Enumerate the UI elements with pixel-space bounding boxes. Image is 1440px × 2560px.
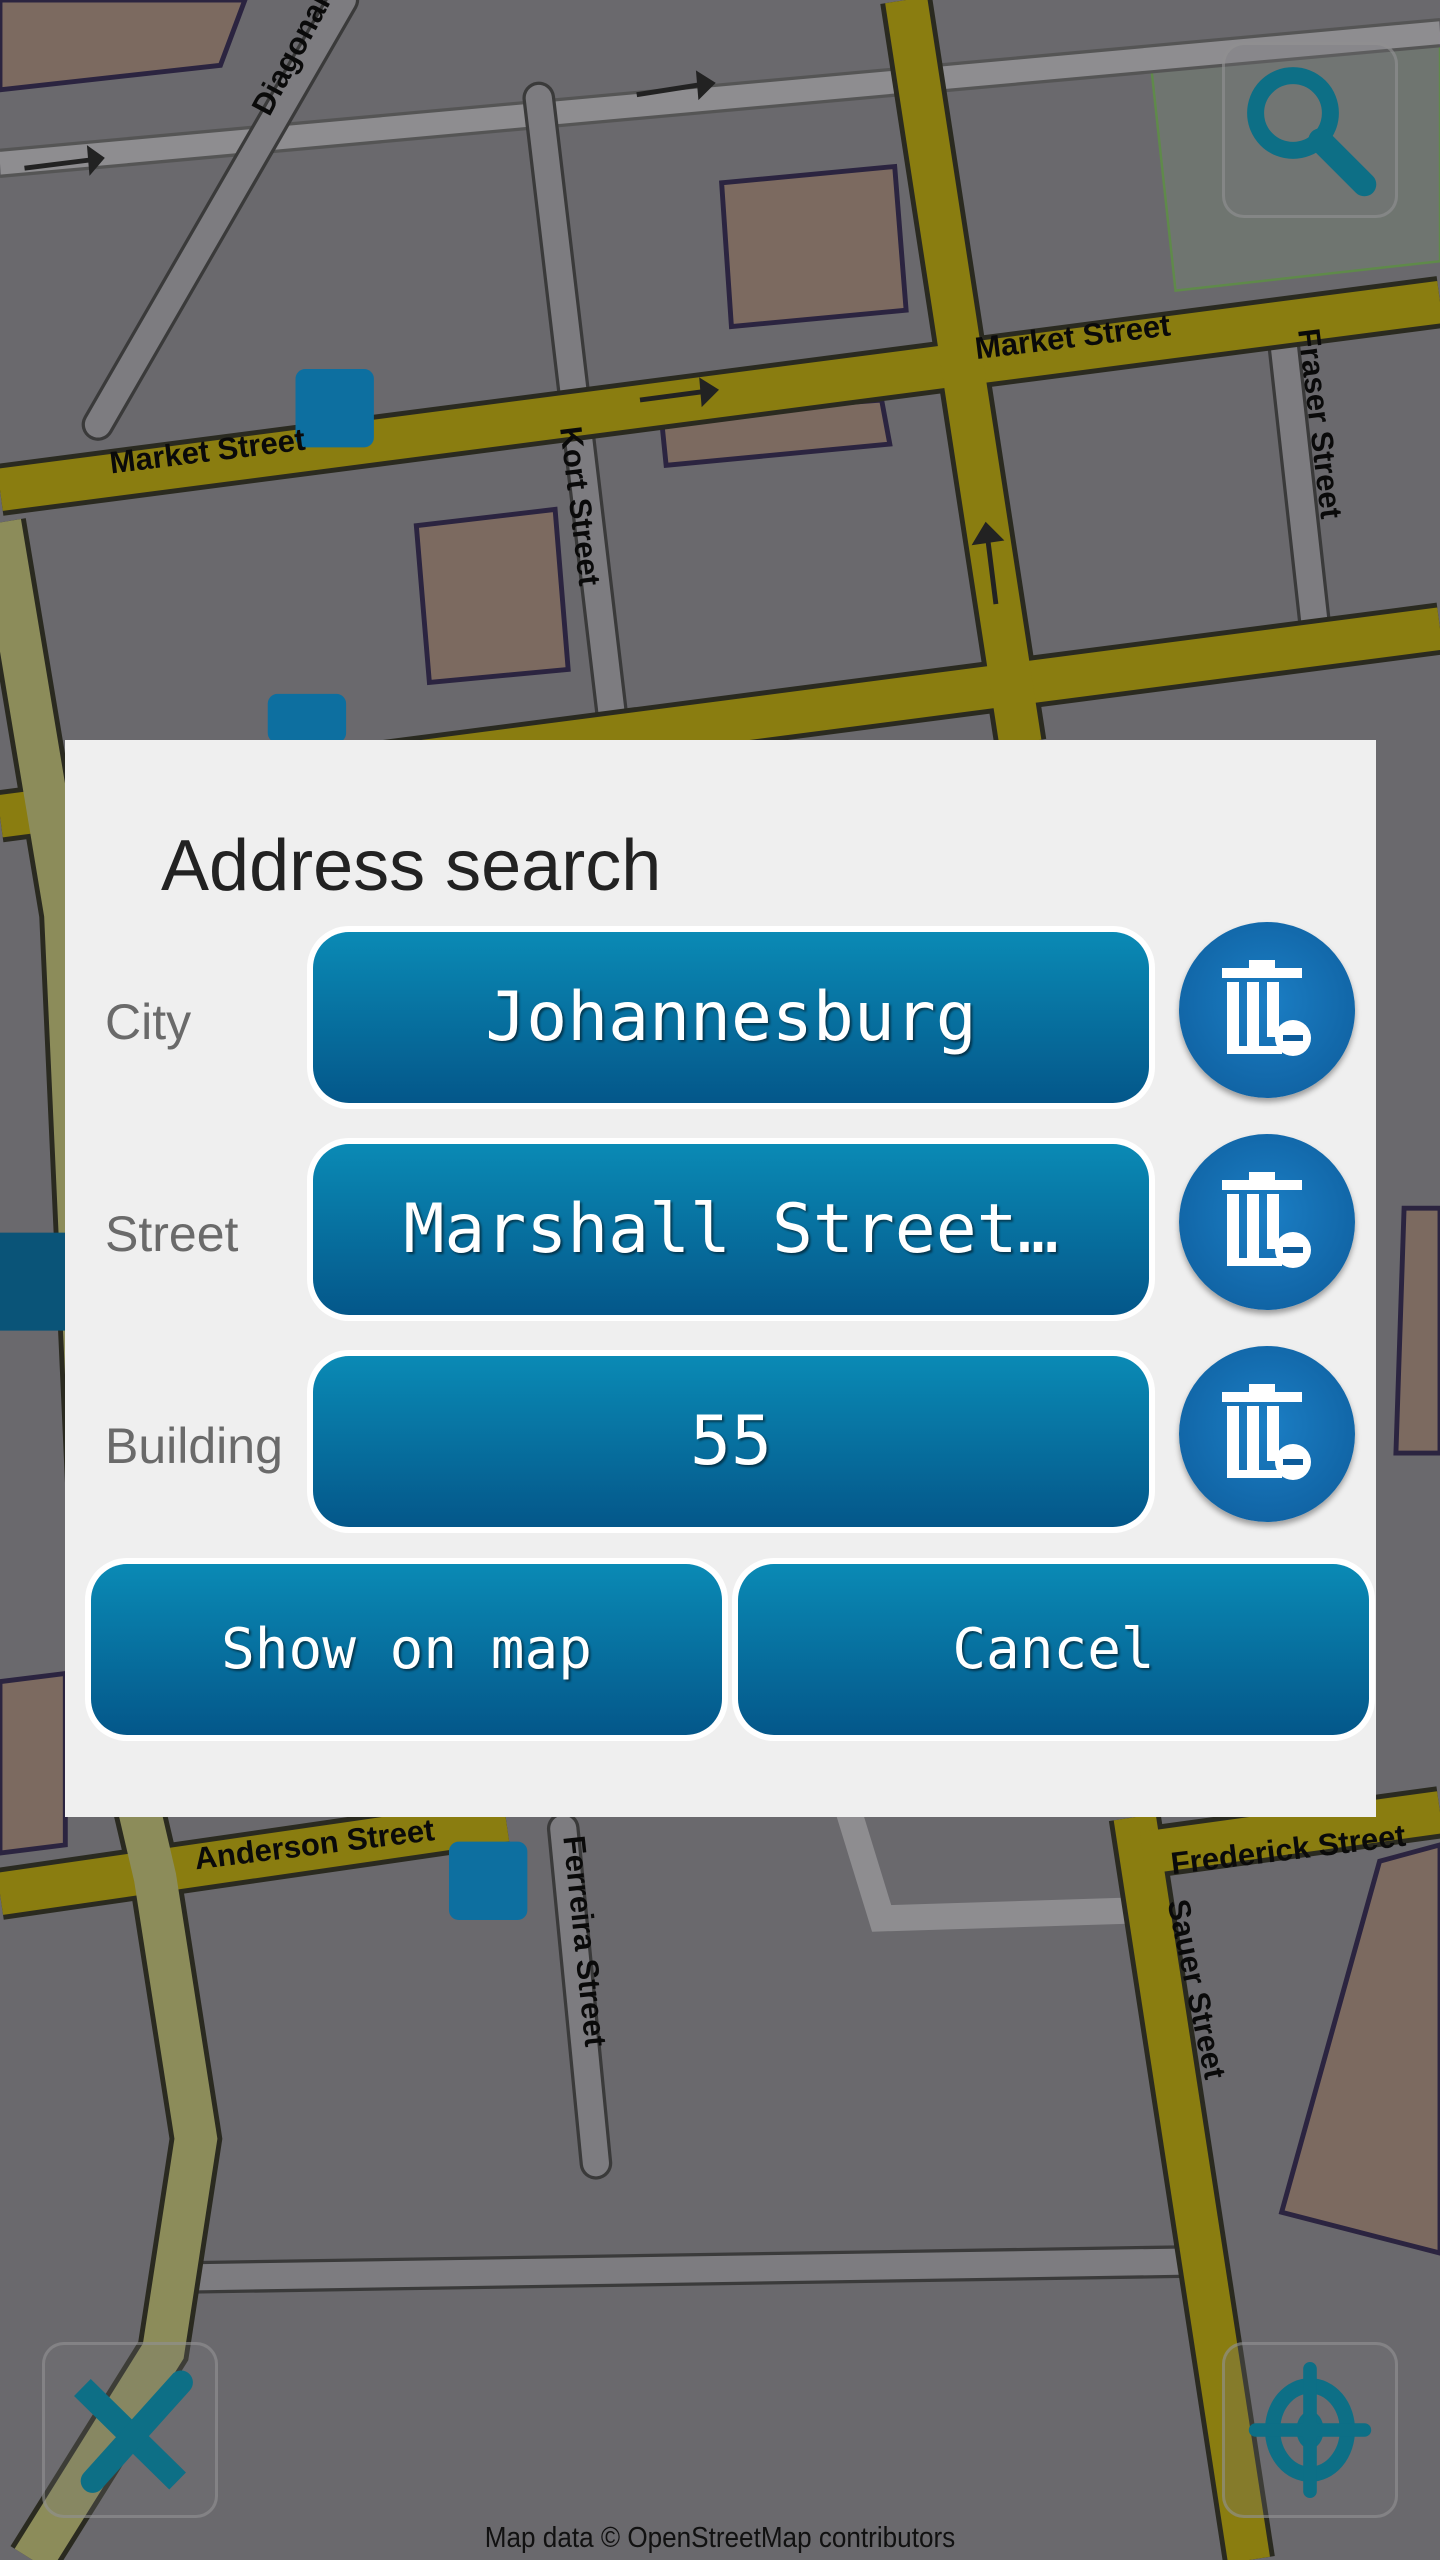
measure-button[interactable] xyxy=(42,2342,218,2518)
cancel-button[interactable]: Cancel xyxy=(732,1558,1375,1741)
city-value: Johannesburg xyxy=(313,932,1149,1103)
building-value: 55 xyxy=(313,1356,1149,1527)
trash-minus-icon xyxy=(1222,960,1311,1056)
city-label: City xyxy=(105,994,192,1050)
search-icon xyxy=(1247,67,1377,197)
address-search-dialog: Address search City Johannesburg Street … xyxy=(65,740,1376,1817)
crosshair-icon xyxy=(1248,2362,1372,2498)
map-attribution: Map data © OpenStreetMap contributors xyxy=(484,2522,956,2554)
clear-building-button[interactable] xyxy=(1179,1346,1355,1522)
clear-street-button[interactable] xyxy=(1179,1134,1355,1310)
dialog-title: Address search xyxy=(161,826,662,906)
clear-city-button[interactable] xyxy=(1179,922,1355,1098)
city-field[interactable]: Johannesburg xyxy=(307,926,1155,1109)
building-field[interactable]: 55 xyxy=(307,1350,1155,1533)
street-value: Marshall Street… xyxy=(313,1144,1149,1315)
street-field[interactable]: Marshall Street… xyxy=(307,1138,1155,1321)
trash-minus-icon xyxy=(1222,1172,1311,1268)
show-on-map-button[interactable]: Show on map xyxy=(85,1558,728,1741)
trash-minus-icon xyxy=(1222,1384,1311,1480)
building-label: Building xyxy=(105,1418,283,1474)
show-on-map-label: Show on map xyxy=(91,1564,722,1735)
search-button[interactable] xyxy=(1222,42,1398,218)
locate-button[interactable] xyxy=(1222,2342,1398,2518)
street-label-field: Street xyxy=(105,1206,239,1262)
cancel-label: Cancel xyxy=(738,1564,1369,1735)
ruler-pencil-icon xyxy=(74,2370,193,2493)
